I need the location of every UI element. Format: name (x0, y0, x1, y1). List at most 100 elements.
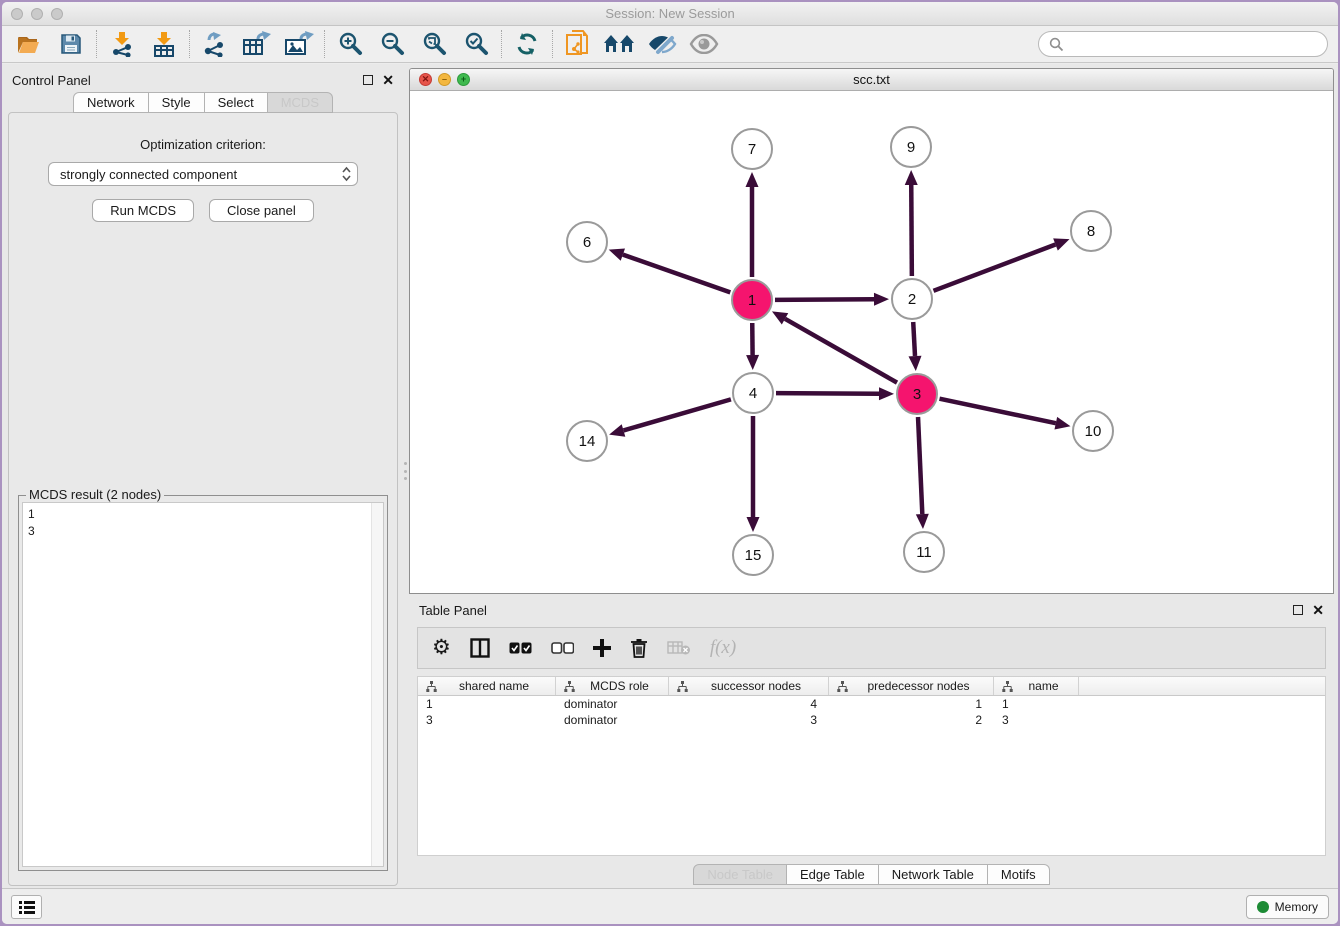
zoom-out-icon[interactable] (371, 28, 413, 60)
edge-3-10[interactable] (940, 399, 1056, 423)
column-header-predecessor-nodes[interactable]: predecessor nodes (829, 677, 994, 695)
edge-arrowhead (879, 387, 894, 400)
edge-4-3[interactable] (776, 393, 879, 394)
network-canvas[interactable]: 7 9 6 8 1 2 4 3 14 10 15 11 (410, 91, 1333, 593)
zoom-in-icon[interactable] (329, 28, 371, 60)
run-mcds-button[interactable]: Run MCDS (92, 199, 194, 222)
select-all-icon[interactable] (509, 642, 532, 654)
edge-2-8[interactable] (934, 244, 1056, 290)
graph-node-11[interactable]: 11 (903, 531, 945, 573)
deselect-all-icon[interactable] (551, 642, 574, 654)
show-all-icon[interactable] (683, 28, 725, 60)
function-builder-icon[interactable]: f(x) (710, 637, 736, 659)
network-window-titlebar[interactable]: ✕ – + scc.txt (410, 69, 1333, 91)
graph-node-3[interactable]: 3 (896, 373, 938, 415)
edge-3-11[interactable] (918, 417, 922, 514)
edge-1-2[interactable] (775, 299, 874, 300)
toolbar-separator (96, 30, 97, 58)
close-table-panel-icon[interactable]: ✕ (1312, 605, 1324, 615)
edge-2-9[interactable] (911, 185, 912, 276)
column-header-MCDS-role[interactable]: MCDS role (556, 677, 669, 695)
search-input[interactable] (1038, 31, 1328, 57)
edge-4-14[interactable] (624, 399, 731, 430)
tab-motifs[interactable]: Motifs (988, 864, 1050, 885)
graph-node-9[interactable]: 9 (890, 126, 932, 168)
status-bar: Memory (2, 888, 1338, 924)
cell-MCDS-role[interactable]: dominator (556, 712, 669, 728)
tab-network[interactable]: Network (73, 92, 149, 113)
first-neighbors-icon[interactable] (599, 28, 641, 60)
export-table-icon[interactable] (236, 28, 278, 60)
optimization-dropdown[interactable]: strongly connected component (48, 162, 358, 186)
graph-node-4[interactable]: 4 (732, 372, 774, 414)
result-scrollbar[interactable] (371, 503, 383, 866)
clone-network-icon[interactable] (557, 28, 599, 60)
column-header-shared-name[interactable]: shared name (418, 677, 556, 695)
open-file-icon[interactable] (8, 28, 50, 60)
graph-node-10[interactable]: 10 (1072, 410, 1114, 452)
graph-node-14[interactable]: 14 (566, 420, 608, 462)
delete-columns-icon[interactable] (667, 640, 691, 656)
graph-node-1[interactable]: 1 (731, 279, 773, 321)
float-panel-icon[interactable] (363, 75, 373, 85)
tab-mcds[interactable]: MCDS (268, 92, 333, 113)
delete-row-icon[interactable] (630, 638, 648, 658)
cell-predecessor-nodes[interactable]: 1 (829, 696, 994, 712)
export-image-icon[interactable] (278, 28, 320, 60)
column-type-icon (426, 681, 437, 692)
graph-node-15[interactable]: 15 (732, 534, 774, 576)
refresh-icon[interactable] (506, 28, 548, 60)
hide-selected-icon[interactable] (641, 28, 683, 60)
cell-name[interactable]: 1 (994, 696, 1079, 712)
edge-2-3[interactable] (913, 322, 915, 356)
mcds-result-legend: MCDS result (2 nodes) (26, 487, 164, 502)
edge-arrowhead (747, 517, 760, 532)
network-view-window: ✕ – + scc.txt 7 9 6 8 1 2 4 3 14 10 15 11 (409, 68, 1334, 594)
edge-arrowhead (905, 170, 918, 185)
import-table-icon[interactable] (143, 28, 185, 60)
table-options-icon[interactable]: ⚙ (432, 638, 451, 658)
panel-splitter-handle[interactable] (403, 460, 408, 482)
close-panel-icon[interactable]: ✕ (382, 75, 394, 85)
tab-edge-table[interactable]: Edge Table (787, 864, 879, 885)
table-row[interactable]: 1dominator411 (418, 696, 1325, 712)
save-session-icon[interactable] (50, 28, 92, 60)
show-columns-icon[interactable] (470, 638, 490, 658)
float-table-panel-icon[interactable] (1293, 605, 1303, 615)
cell-shared-name[interactable]: 1 (418, 696, 556, 712)
zoom-fit-icon[interactable] (413, 28, 455, 60)
cell-name[interactable]: 3 (994, 712, 1079, 728)
edge-3-1[interactable] (785, 319, 897, 383)
task-history-button[interactable] (11, 895, 42, 919)
graph-node-8[interactable]: 8 (1070, 210, 1112, 252)
edge-arrowhead (609, 424, 625, 436)
column-header-successor-nodes[interactable]: successor nodes (669, 677, 829, 695)
edge-arrowhead (746, 355, 759, 370)
tab-style[interactable]: Style (149, 92, 205, 113)
zoom-selected-icon[interactable] (455, 28, 497, 60)
cell-successor-nodes[interactable]: 4 (669, 696, 829, 712)
edge-1-6[interactable] (623, 255, 730, 293)
cell-predecessor-nodes[interactable]: 2 (829, 712, 994, 728)
graph-node-2[interactable]: 2 (891, 278, 933, 320)
export-network-icon[interactable] (194, 28, 236, 60)
mcds-result-textarea[interactable]: 13 (22, 502, 384, 867)
memory-button[interactable]: Memory (1246, 895, 1329, 919)
toolbar-separator (552, 30, 553, 58)
import-network-icon[interactable] (101, 28, 143, 60)
graph-node-7[interactable]: 7 (731, 128, 773, 170)
main-toolbar (2, 26, 1338, 63)
table-row[interactable]: 3dominator323 (418, 712, 1325, 728)
tab-network-table[interactable]: Network Table (879, 864, 988, 885)
cell-shared-name[interactable]: 3 (418, 712, 556, 728)
cell-MCDS-role[interactable]: dominator (556, 696, 669, 712)
tab-node-table[interactable]: Node Table (693, 864, 787, 885)
close-panel-button[interactable]: Close panel (209, 199, 314, 222)
column-header-name[interactable]: name (994, 677, 1079, 695)
tab-select[interactable]: Select (205, 92, 268, 113)
add-row-icon[interactable] (593, 639, 611, 657)
workspace: Control Panel ✕ NetworkStyleSelectMCDS O… (2, 64, 1338, 888)
graph-node-6[interactable]: 6 (566, 221, 608, 263)
mcds-result-group: MCDS result (2 nodes) 13 (18, 495, 388, 871)
cell-successor-nodes[interactable]: 3 (669, 712, 829, 728)
